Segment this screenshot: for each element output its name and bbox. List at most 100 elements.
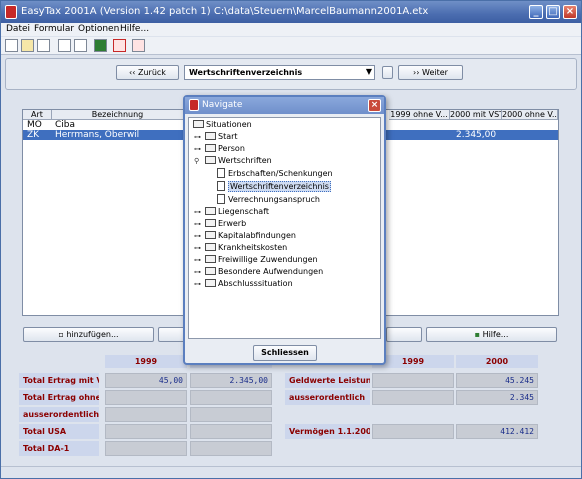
menu-optionen[interactable]: Optionen: [78, 24, 119, 34]
tree-item-label: Besondere Aufwendungen: [218, 267, 324, 276]
cell-2000-mit-vst: 2.345,00: [456, 130, 497, 140]
tree-item-erwerb[interactable]: ⊶ Erwerb: [194, 219, 247, 229]
expand-icon[interactable]: ⊶: [194, 144, 201, 154]
geldwerte-leistung-label: Geldwerte Leistung: [285, 373, 370, 388]
document-icon: [217, 168, 225, 178]
left-year-1999: 1999: [105, 355, 187, 368]
column-header-art[interactable]: Art: [23, 110, 52, 120]
cell-bezeichnung: Herrmans, Oberwil: [55, 130, 140, 140]
delete-button[interactable]: [386, 327, 422, 342]
tree-item-verrechnungsanspruch[interactable]: Verrechnungsanspruch: [217, 194, 320, 205]
total-ertrag-ohne-vst-1999: [105, 390, 187, 405]
open-folder-icon[interactable]: [21, 39, 34, 52]
total-ertrag-ohne-vst-2000: [190, 390, 272, 405]
menu-bar: Datei Formular Optionen Hilfe...: [1, 23, 581, 36]
menu-formular[interactable]: Formular: [34, 24, 74, 34]
navigate-icon[interactable]: [113, 39, 126, 52]
ausserordentlich-left-1999: [105, 407, 187, 422]
total-ertrag-mit-vst-label: Total Ertrag mit VST: [19, 373, 99, 388]
tree-item-label: Start: [218, 132, 238, 141]
exit-icon[interactable]: [132, 39, 145, 52]
expand-icon[interactable]: ⊶: [194, 219, 201, 229]
help-button[interactable]: ▪ Hilfe...: [426, 327, 557, 342]
expand-icon[interactable]: ⊶: [194, 132, 201, 142]
app-icon: [5, 5, 17, 19]
add-button[interactable]: ▫ hinzufügen...: [23, 327, 154, 342]
tree-item-start[interactable]: ⊶ Start: [194, 132, 238, 142]
folder-icon: [205, 219, 216, 227]
column-header-bezeichnung[interactable]: Bezeichnung: [52, 110, 184, 120]
total-ertrag-mit-vst-2000: 2.345,00: [190, 373, 272, 388]
close-button[interactable]: ×: [563, 5, 577, 19]
expand-icon[interactable]: ⊶: [194, 255, 201, 265]
back-button[interactable]: ‹‹ Zurück: [116, 65, 179, 80]
dialog-title-bar[interactable]: Navigate ×: [185, 97, 384, 114]
ausserordentlich-right-label: ausserordentlich: [285, 390, 370, 405]
tree-item-wertschriftenverzeichnis[interactable]: Wertschriftenverzeichnis: [217, 181, 331, 192]
tree-item-person[interactable]: ⊶ Person: [194, 144, 245, 154]
folder-icon: [205, 255, 216, 263]
back-button-label: Zurück: [138, 68, 166, 77]
maximize-button[interactable]: □: [546, 5, 560, 19]
expand-icon[interactable]: ⊶: [194, 267, 201, 277]
tree-item-freiwillige-zuwendungen[interactable]: ⊶ Freiwillige Zuwendungen: [194, 255, 318, 265]
form-list-icon[interactable]: [382, 66, 393, 79]
total-da1-label: Total DA-1: [19, 441, 99, 456]
tree-item-label: Erbschaften/Schenkungen: [228, 169, 333, 178]
new-file-icon[interactable]: [5, 39, 18, 52]
dialog-app-icon: [189, 99, 199, 111]
expand-icon[interactable]: ⊶: [194, 243, 201, 253]
menu-hilfe[interactable]: Hilfe...: [120, 24, 149, 34]
window-title: EasyTax 2001A (Version 1.42 patch 1) C:\…: [21, 6, 429, 17]
chevron-left-icon: ‹‹: [129, 68, 138, 77]
tree-item-label: Freiwillige Zuwendungen: [218, 255, 318, 264]
minimize-button[interactable]: _: [529, 5, 543, 19]
tree-root[interactable]: Situationen: [193, 120, 252, 130]
tree-item-besondere-aufwendungen[interactable]: ⊶ Besondere Aufwendungen: [194, 267, 324, 277]
tree-item-label: Liegenschaft: [218, 207, 270, 216]
toolbar: [1, 37, 581, 55]
chevron-down-icon: ▼: [365, 67, 372, 76]
column-header-1999-ohne-vst[interactable]: 1999 ohne V...: [389, 110, 450, 120]
expand-icon[interactable]: ⊶: [194, 279, 201, 289]
title-bar[interactable]: EasyTax 2001A (Version 1.42 patch 1) C:\…: [1, 1, 581, 23]
total-ertrag-mit-vst-1999: 45,00: [105, 373, 187, 388]
dialog-title: Navigate: [202, 100, 243, 110]
calculator-icon[interactable]: [94, 39, 107, 52]
tree-item-abschlusssituation[interactable]: ⊶ Abschlusssituation: [194, 279, 293, 289]
tree-item-erbschaften[interactable]: Erbschaften/Schenkungen: [217, 168, 333, 179]
document-icon: [217, 181, 225, 191]
total-usa-label: Total USA: [19, 424, 99, 439]
column-header-2000-ohne-vst[interactable]: 2000 ohne V...: [502, 110, 558, 120]
totals-panel: 1999 2000 1999 2000 Total Ertrag mit VST…: [19, 352, 565, 462]
ausserordentlich-right-1999: [372, 390, 454, 405]
tree-item-label: Abschlusssituation: [218, 279, 293, 288]
tree-item-label: Krankheitskosten: [218, 243, 288, 252]
form-select[interactable]: Wertschriftenverzeichnis ▼: [184, 65, 375, 80]
form-select-value: Wertschriftenverzeichnis: [189, 68, 303, 77]
tree-item-wertschriften[interactable]: ⚲ Wertschriften: [194, 156, 272, 166]
folder-icon: [205, 207, 216, 215]
collapse-icon[interactable]: ⚲: [194, 156, 199, 166]
vermoegen-2000: 412.412: [456, 424, 538, 439]
tree-item-kapitalabfindungen[interactable]: ⊶ Kapitalabfindungen: [194, 231, 296, 241]
print-preview-icon[interactable]: [74, 39, 87, 52]
tree-item-liegenschaft[interactable]: ⊶ Liegenschaft: [194, 207, 270, 217]
tree-item-label: Erwerb: [218, 219, 247, 228]
print-icon[interactable]: [58, 39, 71, 52]
column-header-2000-mit-vst[interactable]: 2000 mit VST: [450, 110, 502, 120]
vermoegen-1999: [372, 424, 454, 439]
dialog-close-icon[interactable]: ×: [368, 99, 381, 112]
tree-item-krankheitskosten[interactable]: ⊶ Krankheitskosten: [194, 243, 288, 253]
save-icon[interactable]: [37, 39, 50, 52]
navigation-tree: Situationen ⊶ Start ⊶ Person ⚲ Wertschrifte…: [188, 117, 381, 339]
expand-icon[interactable]: ⊶: [194, 207, 201, 217]
total-usa-2000: [190, 424, 272, 439]
cell-bezeichnung: Ciba: [55, 120, 76, 130]
main-window: EasyTax 2001A (Version 1.42 patch 1) C:\…: [0, 0, 582, 479]
menu-datei[interactable]: Datei: [6, 24, 30, 34]
next-button[interactable]: ›› Weiter: [398, 65, 463, 80]
folder-icon: [205, 132, 216, 140]
schliessen-button[interactable]: Schliessen: [253, 345, 317, 361]
expand-icon[interactable]: ⊶: [194, 231, 201, 241]
